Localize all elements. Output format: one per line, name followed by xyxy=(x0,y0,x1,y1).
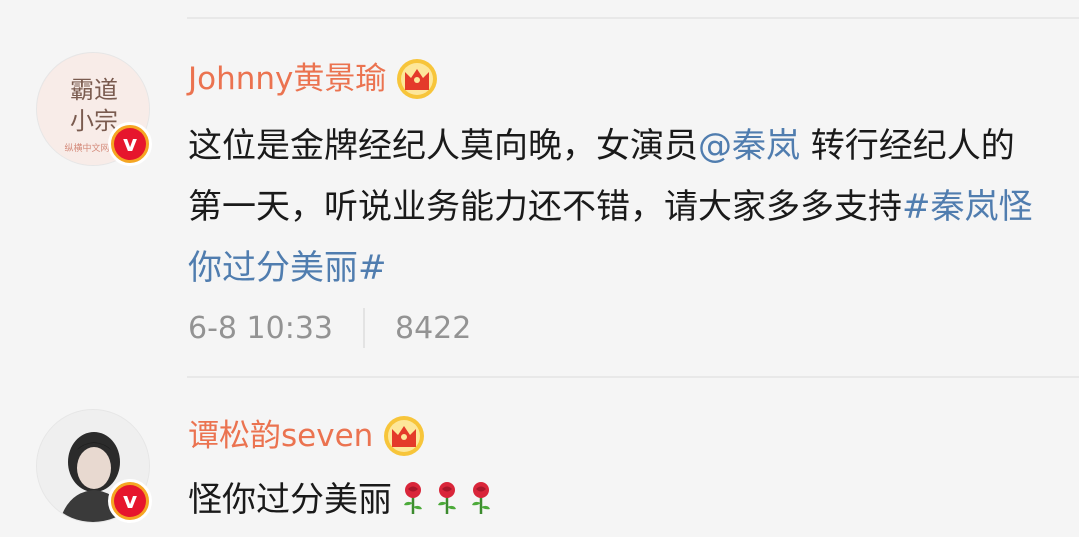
meta-row-1: 6-8 10:33 8422 xyxy=(188,308,471,348)
comment-text-1: 这位是金牌经纪人莫向晚，女演员@秦岚 转行经纪人的第一天，听说业务能力还不错，请… xyxy=(188,116,1048,299)
comment-text-2: 怪你过分美丽 xyxy=(188,470,1048,531)
name-row-1: Johnny黄景瑜 xyxy=(188,58,438,100)
like-count[interactable]: 8422 xyxy=(395,311,471,346)
comment-divider xyxy=(187,376,1079,378)
avatar-text-1: 霸道 xyxy=(70,76,118,104)
v-badge-icon: v xyxy=(108,122,152,166)
rose-icon xyxy=(438,482,456,514)
rose-icon xyxy=(404,482,422,514)
meta-separator xyxy=(363,308,365,348)
crown-icon[interactable] xyxy=(396,58,438,100)
username[interactable]: Johnny黄景瑜 xyxy=(188,63,386,95)
comment-text: 怪你过分美丽 xyxy=(188,480,392,520)
crown-icon[interactable] xyxy=(383,415,425,457)
comment-text-part-1: 这位是金牌经纪人莫向晚，女演员 xyxy=(188,126,698,166)
name-row-2: 谭松韵seven xyxy=(188,415,425,457)
username[interactable]: 谭松韵seven xyxy=(188,420,373,452)
rose-icon xyxy=(472,482,490,514)
top-divider xyxy=(187,17,1079,19)
v-badge-icon: v xyxy=(108,479,152,523)
mention-link[interactable]: @秦岚 xyxy=(698,126,800,166)
avatar-text-3: 纵横中文网 xyxy=(64,142,109,154)
timestamp: 6-8 10:33 xyxy=(188,310,333,346)
